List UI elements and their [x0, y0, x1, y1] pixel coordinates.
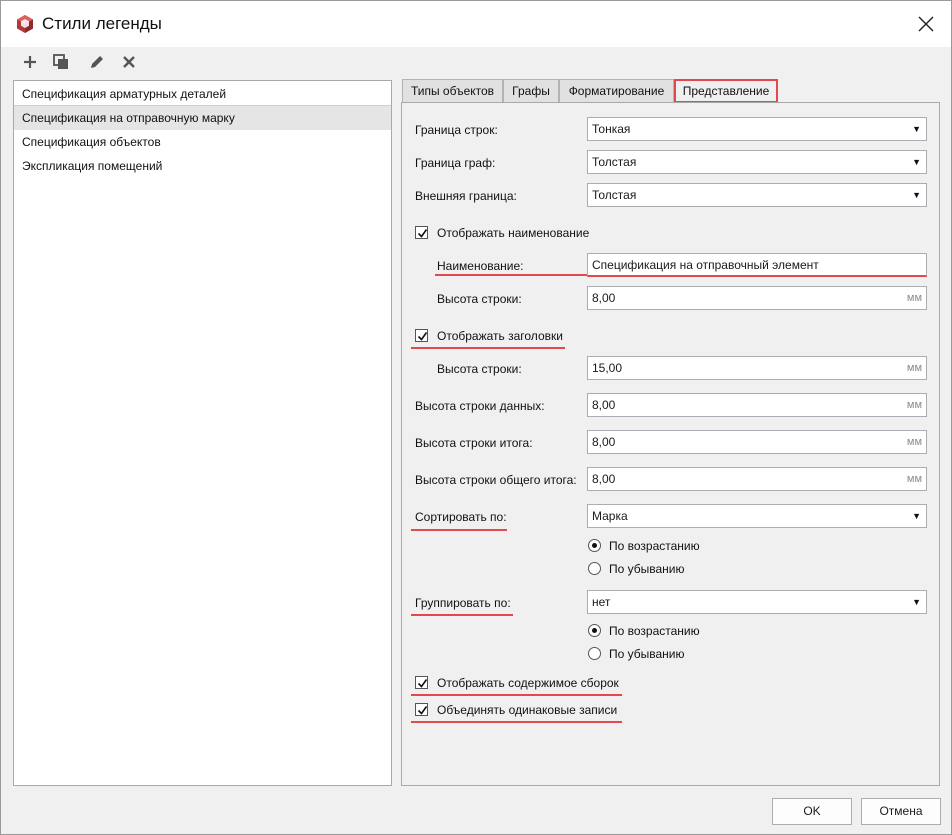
row-border-label: Граница строк: [415, 123, 498, 137]
group-desc-label: По убыванию [609, 647, 685, 661]
total-row-height-input[interactable]: 8,00 мм [587, 430, 927, 454]
checkmark-icon [417, 229, 428, 238]
highlight-underline [411, 694, 622, 696]
merge-records-checkbox[interactable] [415, 703, 428, 716]
plus-icon[interactable] [21, 53, 39, 71]
outer-border-label: Внешняя граница: [415, 189, 517, 203]
grand-total-row-height-label: Высота строки общего итога: [415, 473, 577, 487]
sort-by-label: Сортировать по: [415, 510, 507, 524]
row-border-value: Тонкая [592, 122, 631, 136]
sort-desc-label: По убыванию [609, 562, 685, 576]
show-assembly-checkbox[interactable] [415, 676, 428, 689]
tab-formatting[interactable]: Форматирование [559, 79, 674, 102]
chevron-down-icon: ▼ [912, 597, 921, 607]
highlight-underline [435, 274, 587, 276]
outer-border-value: Толстая [592, 188, 637, 202]
checkmark-icon [417, 706, 428, 715]
legend-styles-dialog: Стили легенды Спецификация арматурных де… [0, 0, 952, 835]
cube-app-icon [17, 15, 33, 33]
outer-border-select[interactable]: Толстая ▼ [587, 183, 927, 207]
list-item[interactable]: Спецификация объектов [14, 130, 391, 154]
grand-total-row-height-input[interactable]: 8,00 мм [587, 467, 927, 491]
checkmark-icon [417, 332, 428, 341]
total-row-height-value: 8,00 [592, 435, 616, 449]
group-desc-radio[interactable] [588, 647, 601, 660]
grand-total-row-height-value: 8,00 [592, 472, 616, 486]
name-input[interactable]: Спецификация на отправочный элемент [587, 253, 927, 277]
row-border-select[interactable]: Тонкая ▼ [587, 117, 927, 141]
col-border-select[interactable]: Толстая ▼ [587, 150, 927, 174]
col-border-label: Граница граф: [415, 156, 496, 170]
pencil-icon[interactable] [88, 53, 106, 71]
data-row-height-label: Высота строки данных: [415, 399, 545, 413]
list-item[interactable]: Спецификация на отправочную марку [14, 106, 391, 130]
checkmark-icon [417, 679, 428, 688]
name-row-height-input[interactable]: 8,00 мм [587, 286, 927, 310]
group-asc-radio[interactable] [588, 624, 601, 637]
group-by-value: нет [592, 595, 611, 609]
name-row-height-value: 8,00 [592, 291, 616, 305]
total-row-height-label: Высота строки итога: [415, 436, 533, 450]
show-name-checkbox[interactable] [415, 226, 428, 239]
title-bar: Стили легенды [1, 1, 951, 47]
sort-desc-radio[interactable] [588, 562, 601, 575]
chevron-down-icon: ▼ [912, 190, 921, 200]
chevron-down-icon: ▼ [912, 124, 921, 134]
legend-style-list: Спецификация арматурных деталей Специфик… [13, 80, 392, 786]
ok-button[interactable]: OK [772, 798, 852, 825]
chevron-down-icon: ▼ [912, 157, 921, 167]
data-row-height-input[interactable]: 8,00 мм [587, 393, 927, 417]
window-title: Стили легенды [42, 14, 162, 33]
toolbar [1, 47, 951, 77]
group-by-select[interactable]: нет ▼ [587, 590, 927, 614]
name-row-height-label: Высота строки: [437, 292, 522, 306]
list-item[interactable]: Экспликация помещений [14, 154, 391, 178]
group-by-label: Группировать по: [415, 596, 511, 610]
chevron-down-icon: ▼ [912, 511, 921, 521]
show-headers-label: Отображать заголовки [437, 329, 563, 343]
header-row-height-input[interactable]: 15,00 мм [587, 356, 927, 380]
close-icon[interactable] [915, 13, 937, 35]
unit-label: мм [906, 362, 922, 374]
highlight-underline [411, 347, 565, 349]
tab-presentation[interactable]: Представление [674, 79, 778, 103]
header-row-height-value: 15,00 [592, 361, 623, 375]
merge-records-label: Объединять одинаковые записи [437, 703, 618, 717]
unit-label: мм [906, 436, 922, 448]
tab-object-types[interactable]: Типы объектов [402, 79, 503, 102]
cancel-button[interactable]: Отмена [861, 798, 941, 825]
show-headers-checkbox[interactable] [415, 329, 428, 342]
highlight-underline [411, 721, 622, 723]
unit-label: мм [906, 473, 922, 485]
tab-columns[interactable]: Графы [503, 79, 559, 102]
highlight-underline [411, 529, 507, 531]
sort-asc-radio[interactable] [588, 539, 601, 552]
sort-by-select[interactable]: Марка ▼ [587, 504, 927, 528]
group-asc-label: По возрастанию [609, 624, 700, 638]
show-name-label: Отображать наименование [437, 226, 590, 240]
unit-label: мм [906, 399, 922, 411]
sort-asc-label: По возрастанию [609, 539, 700, 553]
col-border-value: Толстая [592, 155, 637, 169]
name-value: Спецификация на отправочный элемент [592, 258, 819, 272]
copy-icon[interactable] [52, 53, 70, 71]
data-row-height-value: 8,00 [592, 398, 616, 412]
highlight-underline [411, 614, 513, 616]
list-item[interactable]: Спецификация арматурных деталей [14, 82, 391, 106]
unit-label: мм [906, 292, 922, 304]
delete-icon[interactable] [120, 53, 138, 71]
name-label: Наименование: [437, 259, 524, 273]
header-row-height-label: Высота строки: [437, 362, 522, 376]
sort-by-value: Марка [592, 509, 628, 523]
show-assembly-label: Отображать содержимое сборок [437, 676, 619, 690]
